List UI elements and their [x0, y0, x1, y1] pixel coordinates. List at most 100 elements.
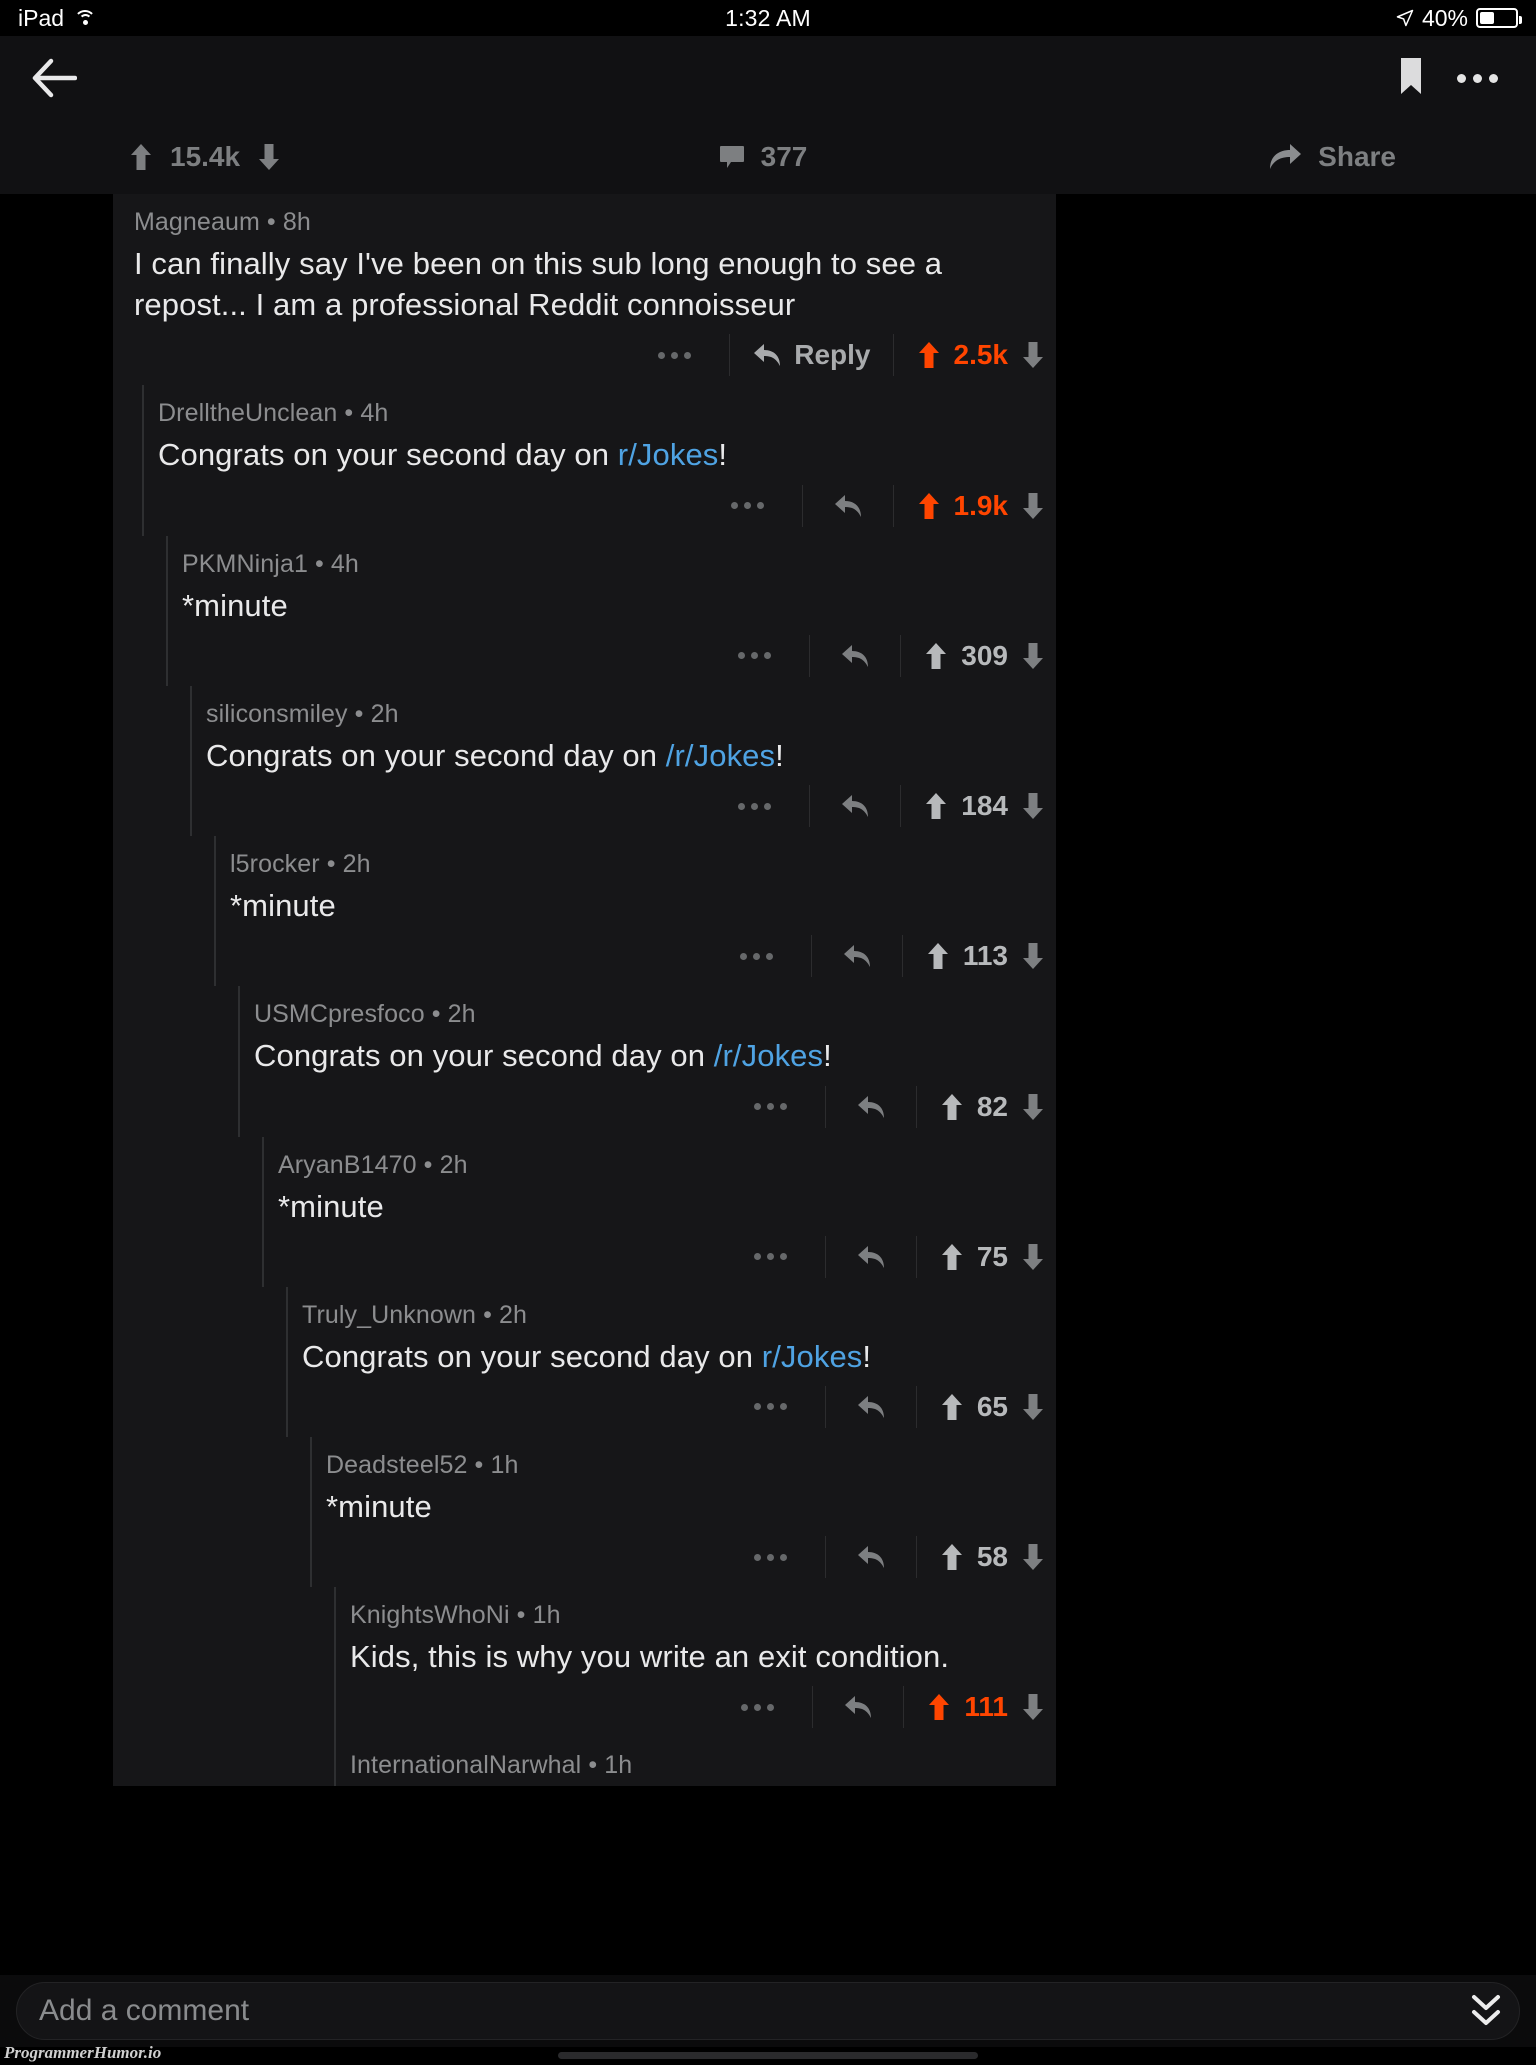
comment-author[interactable]: KnightsWhoNi: [350, 1601, 510, 1629]
comment-author[interactable]: InternationalNarwhal: [350, 1751, 581, 1779]
comment-more-button[interactable]: [700, 652, 809, 660]
comment-author[interactable]: siliconsmiley: [206, 700, 348, 728]
comment-text: Congrats on your second day on r/Jokes!: [158, 437, 728, 473]
comment-author[interactable]: AryanB1470: [278, 1151, 417, 1179]
downvote-arrow-icon[interactable]: [258, 143, 280, 171]
reply-button[interactable]: [826, 1094, 916, 1120]
comment-author[interactable]: DrelltheUnclean: [158, 399, 337, 427]
comment-item[interactable]: USMCpresfoco • 2h Congrats on your second…: [113, 986, 1056, 1137]
wifi-icon: [74, 9, 97, 27]
comment-item[interactable]: DrelltheUnclean • 4h Congrats on your sec…: [113, 385, 1056, 536]
downvote-arrow-icon[interactable]: [1022, 1243, 1044, 1271]
subreddit-link[interactable]: /r/Jokes: [666, 738, 775, 773]
comment-composer[interactable]: Add a comment: [0, 1975, 1536, 2047]
reply-arrow-icon: [842, 795, 869, 818]
thread-indent-rail[interactable]: [142, 385, 144, 536]
comment-more-button[interactable]: [716, 1403, 825, 1411]
subreddit-link[interactable]: r/Jokes: [762, 1339, 863, 1374]
downvote-arrow-icon[interactable]: [1022, 1543, 1044, 1571]
thread-indent-rail[interactable]: [334, 1737, 336, 1787]
comment-author[interactable]: Deadsteel52: [326, 1451, 467, 1479]
upvote-arrow-icon[interactable]: [927, 942, 949, 970]
comment-more-button[interactable]: [702, 952, 811, 960]
reply-button[interactable]: [826, 1544, 916, 1570]
upvote-arrow-icon[interactable]: [941, 1243, 963, 1271]
comment-more-button[interactable]: [716, 1553, 825, 1561]
comment-item[interactable]: Deadsteel52 • 1h *minute 58: [113, 1436, 1056, 1588]
comment-more-button[interactable]: [693, 502, 802, 510]
comment-item[interactable]: KnightsWhoNi • 1h Kids, this is why you w…: [113, 1587, 1056, 1738]
share-label: Share: [1318, 141, 1396, 172]
reply-button[interactable]: [803, 493, 893, 519]
location-arrow-icon: [1396, 9, 1414, 27]
collapse-thread-button[interactable]: [1464, 1987, 1508, 2035]
downvote-arrow-icon[interactable]: [1022, 642, 1044, 670]
reply-button[interactable]: [813, 1694, 903, 1720]
back-button[interactable]: [28, 52, 80, 104]
downvote-arrow-icon[interactable]: [1022, 492, 1044, 520]
downvote-arrow-icon[interactable]: [1022, 1093, 1044, 1121]
subreddit-link[interactable]: /r/Jokes: [714, 1038, 823, 1073]
comment-more-button[interactable]: [716, 1103, 825, 1111]
comment-score: 309: [961, 639, 1008, 671]
comment-item[interactable]: siliconsmiley • 2h Congrats on your secon…: [113, 685, 1056, 837]
comment-more-button[interactable]: [716, 1253, 825, 1261]
thread-indent-rail[interactable]: [262, 1136, 264, 1287]
reply-button[interactable]: [826, 1244, 916, 1270]
thread-indent-rail[interactable]: [238, 986, 240, 1137]
comment-item[interactable]: Magneaum • 8h I can finally say I've been…: [113, 194, 1056, 385]
thread-indent-rail[interactable]: [166, 535, 168, 686]
comment-vote-group: 65: [917, 1391, 1048, 1423]
comment-actions: Reply 2.5k: [134, 325, 1056, 385]
comment-actions: 1.9k: [158, 476, 1056, 536]
upvote-arrow-icon[interactable]: [941, 1093, 963, 1121]
thread-indent-rail[interactable]: [310, 1436, 312, 1588]
thread-indent-rail[interactable]: [190, 685, 192, 837]
downvote-arrow-icon[interactable]: [1022, 942, 1044, 970]
comment-author[interactable]: l5rocker: [230, 850, 320, 878]
comment-body: Magneaum • 8h I can finally say I've been…: [134, 194, 1056, 325]
downvote-arrow-icon[interactable]: [1022, 792, 1044, 820]
comment-count-group[interactable]: 377: [552, 141, 974, 173]
comment-item[interactable]: InternationalNarwhal • 1h: [113, 1737, 1056, 1787]
comment-item[interactable]: AryanB1470 • 2h *minute 75: [113, 1136, 1056, 1287]
downvote-arrow-icon[interactable]: [1022, 341, 1044, 369]
upvote-arrow-icon[interactable]: [925, 642, 947, 670]
reply-button[interactable]: Reply: [730, 339, 892, 371]
comment-more-button[interactable]: [703, 1703, 812, 1711]
share-button[interactable]: Share: [974, 141, 1536, 173]
thread-indent-rail[interactable]: [286, 1286, 288, 1437]
subreddit-link[interactable]: r/Jokes: [618, 437, 719, 472]
comment-item[interactable]: l5rocker • 2h *minute 113: [113, 836, 1056, 987]
add-comment-input[interactable]: Add a comment: [16, 1982, 1520, 2040]
reply-button[interactable]: [826, 1394, 916, 1420]
bookmark-button[interactable]: [1399, 57, 1423, 100]
comment-author[interactable]: PKMNinja1: [182, 550, 308, 578]
thread-indent-rail[interactable]: [214, 836, 216, 987]
comment-text: *minute: [278, 1188, 384, 1224]
comment-author[interactable]: USMCpresfoco: [254, 1000, 425, 1028]
thread-indent-rail[interactable]: [334, 1587, 336, 1738]
upvote-arrow-icon[interactable]: [925, 792, 947, 820]
comment-meta: Truly_Unknown • 2h: [302, 1300, 528, 1329]
reply-button[interactable]: [812, 943, 902, 969]
more-options-button[interactable]: [1457, 73, 1498, 83]
comment-item[interactable]: PKMNinja1 • 4h *minute 309: [113, 535, 1056, 686]
upvote-arrow-icon[interactable]: [130, 143, 152, 171]
upvote-arrow-icon[interactable]: [941, 1543, 963, 1571]
comment-author[interactable]: Magneaum: [134, 208, 260, 236]
comment-more-button[interactable]: [700, 802, 809, 810]
reply-button[interactable]: [810, 643, 900, 669]
comment-author[interactable]: Truly_Unknown: [302, 1301, 476, 1329]
downvote-arrow-icon[interactable]: [1022, 1693, 1044, 1721]
downvote-arrow-icon[interactable]: [1022, 1393, 1044, 1421]
upvote-arrow-icon[interactable]: [941, 1393, 963, 1421]
comment-more-button[interactable]: [620, 351, 729, 359]
comment-item[interactable]: Truly_Unknown • 2h Congrats on your secon…: [113, 1286, 1056, 1437]
comment-vote-group: 309: [901, 640, 1048, 672]
reply-button[interactable]: [810, 793, 900, 819]
upvote-arrow-icon[interactable]: [918, 341, 940, 369]
comment-thread[interactable]: Magneaum • 8h I can finally say I've been…: [0, 194, 1536, 1961]
upvote-arrow-icon[interactable]: [918, 492, 940, 520]
upvote-arrow-icon[interactable]: [928, 1693, 950, 1721]
